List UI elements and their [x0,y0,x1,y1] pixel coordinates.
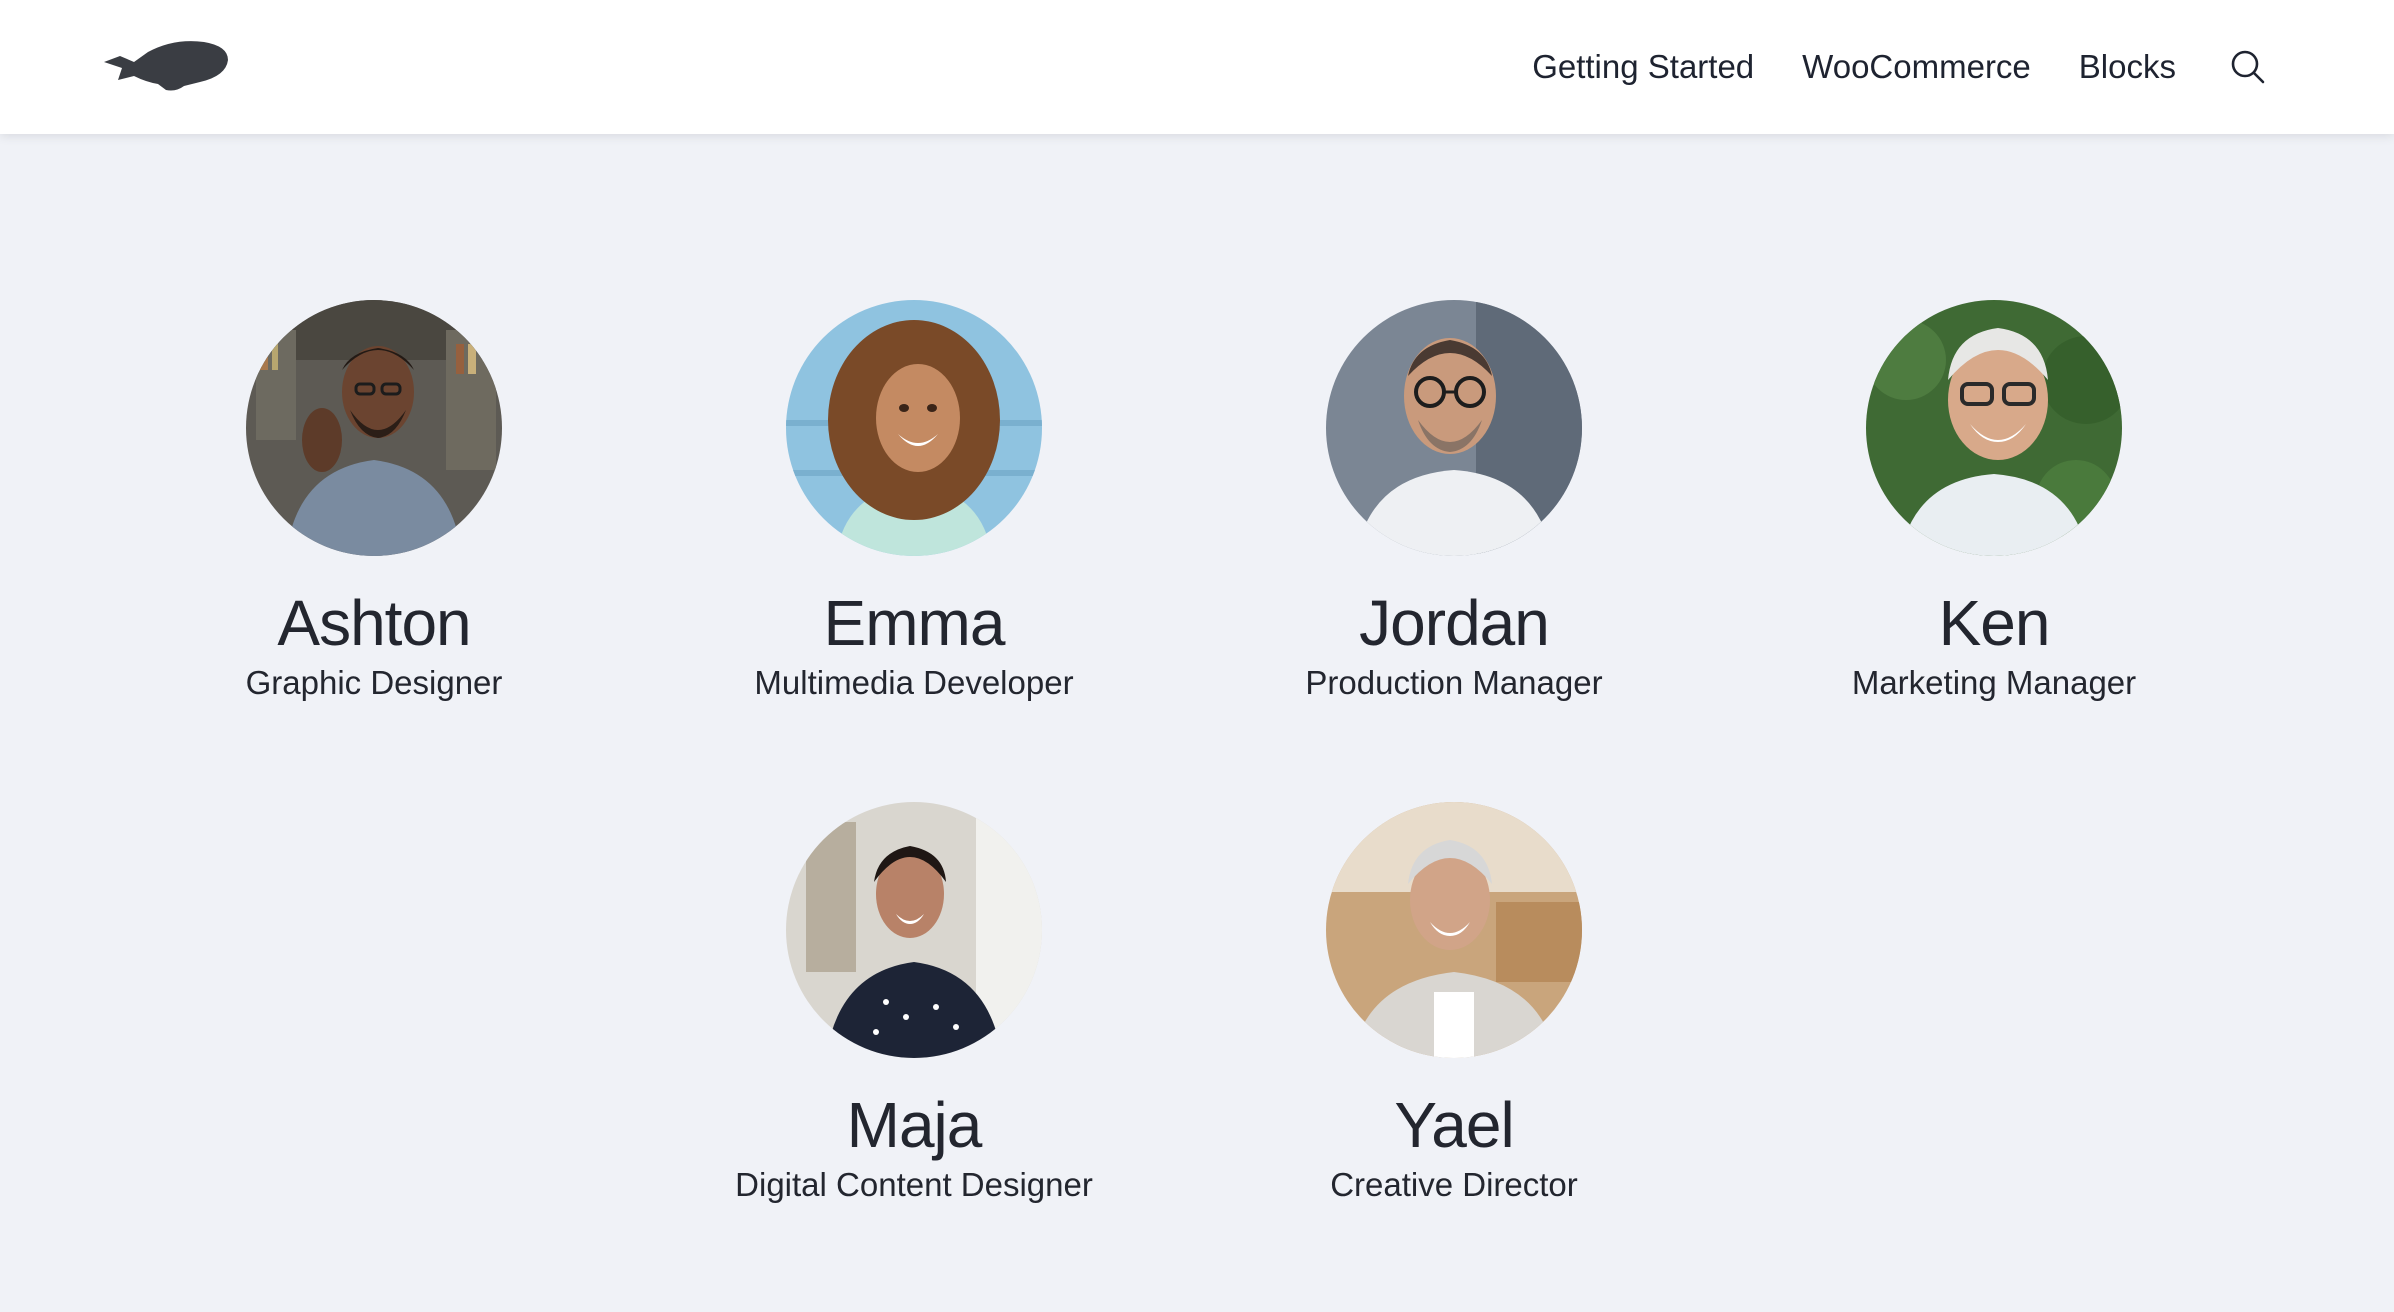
avatar [1326,300,1582,556]
member-name: Emma [823,587,1006,659]
avatar [1866,300,2122,556]
site-header: Getting Started WooCommerce Blocks [0,0,2394,134]
member-name: Yael [1394,1089,1514,1161]
member-role: Creative Director [1330,1166,1578,1203]
main-nav: Getting Started WooCommerce Blocks [1532,0,2266,134]
nav-getting-started[interactable]: Getting Started [1532,48,1754,86]
member-role: Multimedia Developer [754,664,1074,701]
team-member-yael: Yael Creative Director [1184,802,1724,1206]
member-name: Maja [846,1089,983,1161]
nav-woocommerce[interactable]: WooCommerce [1802,48,2031,86]
member-name: Ashton [277,587,471,659]
team-section: Ashton Graphic Designer Emma Multimedia … [0,134,2394,1312]
blimp-logo-icon[interactable] [104,38,230,94]
team-member-emma: Emma Multimedia Developer [644,300,1184,704]
team-member-ken: Ken Marketing Manager [1724,300,2264,704]
avatar [246,300,502,556]
member-role: Digital Content Designer [735,1166,1093,1203]
search-icon[interactable] [2230,49,2266,85]
member-role: Production Manager [1305,664,1603,701]
avatar [1326,802,1582,1058]
team-member-ashton: Ashton Graphic Designer [104,300,644,704]
team-member-maja: Maja Digital Content Designer [644,802,1184,1206]
team-member-jordan: Jordan Production Manager [1184,300,1724,704]
member-role: Marketing Manager [1851,664,2137,701]
avatar [786,802,1042,1058]
avatar [786,300,1042,556]
member-role: Graphic Designer [245,664,503,701]
nav-blocks[interactable]: Blocks [2079,48,2176,86]
member-name: Ken [1938,587,2051,659]
member-name: Jordan [1359,587,1550,659]
